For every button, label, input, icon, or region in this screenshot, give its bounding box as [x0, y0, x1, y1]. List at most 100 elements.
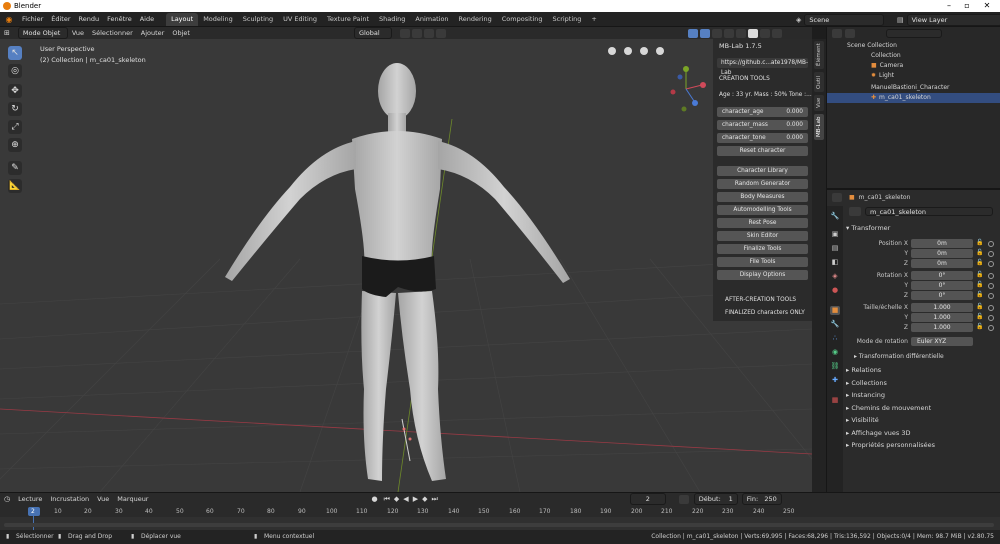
view-layer-selector[interactable]: ▤ View Layer — [897, 14, 1000, 26]
start-frame-field[interactable]: Début: 1 — [693, 493, 738, 505]
play-icon[interactable]: ▶ — [411, 493, 420, 505]
skin-editor-button[interactable]: Skin Editor — [717, 231, 808, 241]
scale-x-field[interactable]: 1.000 — [911, 303, 973, 312]
shading-wire-icon[interactable] — [735, 28, 746, 38]
menu-timeline-vue[interactable]: Vue — [93, 493, 113, 505]
shading-rendered-icon[interactable] — [771, 28, 782, 38]
relations-section[interactable]: ▸ Relations — [846, 366, 881, 374]
view-layer-field[interactable]: View Layer — [906, 14, 1000, 26]
keyframe-icon[interactable] — [988, 293, 994, 299]
outliner-row-character[interactable]: ManuelBastioni_Character — [827, 83, 1000, 93]
position-z-field[interactable]: 0m — [911, 259, 973, 268]
display-options-button[interactable]: Display Options — [717, 270, 808, 280]
data-tab-icon[interactable]: ✚ — [830, 376, 840, 385]
properties-editor-icon[interactable] — [832, 193, 842, 202]
annotate-tool-icon[interactable]: ✎ — [8, 161, 22, 175]
tab-rendering[interactable]: Rendering — [454, 13, 497, 26]
instancing-section[interactable]: ▸ Instancing — [846, 391, 885, 399]
outliner-editor-icon[interactable] — [832, 29, 842, 38]
keyframe-icon[interactable] — [988, 283, 994, 289]
tab-element[interactable]: Élément — [814, 41, 824, 69]
world-tab-icon[interactable]: ● — [830, 286, 840, 295]
tab-vue[interactable]: Vue — [814, 95, 824, 111]
visibility-section[interactable]: ▸ Visibilité — [846, 416, 879, 424]
character-age-field[interactable]: character_age 0.000 — [717, 107, 808, 117]
menu-fichier[interactable]: Fichier — [18, 12, 47, 27]
shading-solid-icon[interactable] — [747, 28, 758, 38]
tab-compositing[interactable]: Compositing — [497, 13, 548, 26]
snap-icon[interactable] — [411, 28, 422, 38]
viewport-display-section[interactable]: ▸ Affichage vues 3D — [846, 429, 911, 437]
tab-uv-editing[interactable]: UV Editing — [278, 13, 322, 26]
scale-z-field[interactable]: 1.000 — [911, 323, 973, 332]
editor-type-icon[interactable]: ⊞ — [0, 27, 14, 39]
maximize-icon[interactable]: ▫ — [962, 1, 972, 11]
jump-end-icon[interactable]: ⏭ — [429, 493, 439, 505]
timeline-scrollbar[interactable] — [4, 523, 994, 527]
pivot-icon[interactable] — [399, 28, 410, 38]
tab-shading[interactable]: Shading — [374, 13, 410, 26]
tab-layout[interactable]: Layout — [166, 13, 199, 26]
character-library-button[interactable]: Character Library — [717, 166, 808, 176]
tab-sculpting[interactable]: Sculpting — [238, 13, 278, 26]
move-tool-icon[interactable]: ✥ — [8, 84, 22, 98]
menu-objet[interactable]: Objet — [168, 27, 194, 39]
orientation-selector[interactable]: Global — [353, 27, 392, 39]
random-generator-button[interactable]: Random Generator — [717, 179, 808, 189]
lock-icon[interactable]: 🔓 — [976, 323, 984, 331]
tab-outil[interactable]: Outil — [814, 72, 824, 92]
menu-ajouter[interactable]: Ajouter — [137, 27, 169, 39]
tab-scripting[interactable]: Scripting — [548, 13, 587, 26]
position-y-field[interactable]: 0m — [911, 249, 973, 258]
menu-lecture[interactable]: Lecture — [14, 493, 46, 505]
timeline-area[interactable]: 2 10 20 30 40 50 60 70 80 90 100 110 120… — [0, 505, 1000, 530]
outliner-search-input[interactable] — [886, 29, 942, 38]
tab-modeling[interactable]: Modeling — [198, 13, 238, 26]
character-tone-field[interactable]: character_tone 0.000 — [717, 133, 808, 143]
lock-icon[interactable]: 🔓 — [976, 249, 984, 257]
select-tool-icon[interactable]: ↖ — [8, 46, 22, 60]
rest-pose-button[interactable]: Rest Pose — [717, 218, 808, 228]
menu-incrustation[interactable]: Incrustation — [46, 493, 93, 505]
mblab-url-button[interactable]: https://github.c...ate1978/MB-Lab — [717, 58, 808, 76]
position-x-field[interactable]: 0m — [911, 239, 973, 248]
record-icon[interactable]: ● — [367, 493, 381, 505]
cursor-tool-icon[interactable]: ◎ — [8, 64, 22, 78]
menu-aide[interactable]: Aide — [136, 12, 158, 27]
lock-icon[interactable]: 🔓 — [976, 291, 984, 299]
object-tab-icon[interactable]: ■ — [830, 306, 840, 315]
lock-icon[interactable]: 🔓 — [976, 313, 984, 321]
object-type-icon[interactable] — [849, 207, 861, 216]
lock-icon[interactable]: 🔓 — [976, 239, 984, 247]
blender-menu-icon[interactable]: ◉ — [0, 15, 18, 24]
outliner-row-skeleton[interactable]: ✚ m_ca01_skeleton — [827, 93, 1000, 103]
close-icon[interactable]: ✕ — [982, 1, 992, 11]
keyframe-icon[interactable] — [988, 305, 994, 311]
tab-texture-paint[interactable]: Texture Paint — [322, 13, 374, 26]
timeline-editor-icon[interactable]: ◷ — [0, 493, 14, 505]
rotation-x-field[interactable]: 0° — [911, 271, 973, 280]
delta-transform-section[interactable]: ▸ Transformation différentielle — [854, 353, 944, 360]
particles-tab-icon[interactable]: ∴ — [830, 334, 840, 343]
scene-field[interactable]: Scene — [804, 14, 885, 26]
tool-tab-icon[interactable]: 🔧 — [830, 212, 840, 221]
falloff-icon[interactable] — [435, 28, 446, 38]
texture-tab-icon[interactable]: ▦ — [830, 396, 840, 405]
file-tools-button[interactable]: File Tools — [717, 257, 808, 267]
lock-icon[interactable]: 🔓 — [976, 259, 984, 267]
overlay-icon[interactable] — [711, 28, 722, 38]
body-measures-button[interactable]: Body Measures — [717, 192, 808, 202]
xray-icon[interactable] — [723, 28, 734, 38]
rotation-y-field[interactable]: 0° — [911, 281, 973, 290]
keyframe-icon[interactable] — [988, 315, 994, 321]
menu-selectionner[interactable]: Sélectionner — [88, 27, 137, 39]
motion-paths-section[interactable]: ▸ Chemins de mouvement — [846, 404, 931, 412]
scale-y-field[interactable]: 1.000 — [911, 313, 973, 322]
outliner-row-collection[interactable]: Collection — [827, 51, 1000, 61]
render-tab-icon[interactable]: ▣ — [830, 230, 840, 239]
preview-range-icon[interactable] — [678, 494, 689, 504]
rotate-tool-icon[interactable]: ↻ — [8, 102, 22, 116]
constraints-tab-icon[interactable]: ⛓ — [830, 362, 840, 371]
proportional-icon[interactable] — [423, 28, 434, 38]
keyframe-icon[interactable] — [988, 241, 994, 247]
